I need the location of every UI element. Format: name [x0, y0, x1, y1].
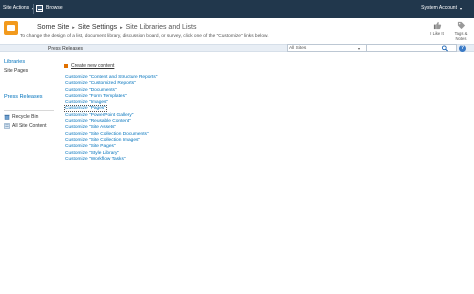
customize-link[interactable]: Customize "Site Assets" [65, 125, 116, 130]
site-content-icon [4, 123, 10, 129]
customize-link[interactable]: Customize "Pages" [64, 105, 107, 113]
quick-launch-libraries-heading[interactable]: Libraries [4, 59, 25, 65]
all-site-content-label: All Site Content [12, 123, 47, 129]
recycle-bin-label: Recycle Bin [12, 114, 39, 120]
tag-icon [457, 21, 465, 30]
customize-link[interactable]: Customize "Style Library" [65, 151, 119, 156]
like-it-button[interactable]: I Like It [427, 21, 447, 36]
divider [4, 110, 54, 111]
customize-link[interactable]: Customize "Site Collection Images" [65, 138, 140, 143]
quick-launch-site-pages[interactable]: Site Pages [4, 68, 28, 74]
like-it-label: I Like It [430, 31, 444, 36]
create-new-content-link[interactable]: Create new content [64, 63, 114, 69]
site-actions-menu[interactable]: Site Actions ▾ [3, 5, 34, 11]
customize-link[interactable]: Customize "Images" [65, 100, 108, 105]
divider [33, 4, 34, 14]
breadcrumb-site-link[interactable]: Some Site [37, 24, 69, 31]
divider [366, 45, 367, 51]
customize-link[interactable]: Customize "Form Templates" [65, 94, 127, 99]
tags-notes-button[interactable]: Tags & Notes [451, 21, 471, 41]
main-content: Create new content Customize "Content an… [60, 54, 470, 294]
customize-link[interactable]: Customize "Workflow Tasks" [65, 157, 126, 162]
search-scope-select[interactable]: All Sites [289, 46, 306, 51]
library-list: Customize "Content and Structure Reports… [64, 75, 157, 163]
customize-link[interactable]: Customize "Customized Reports" [65, 81, 136, 86]
bullet-icon [64, 64, 68, 68]
create-new-content-label: Create new content [71, 63, 115, 69]
breadcrumb-separator-icon: ▸ [72, 24, 75, 31]
all-site-content-link[interactable]: All Site Content [4, 123, 46, 129]
chevron-down-icon[interactable]: ▾ [358, 46, 360, 51]
customize-link[interactable]: Customize "Content and Structure Reports… [65, 75, 157, 80]
thumbs-up-icon [433, 21, 441, 30]
user-menu[interactable]: System Account ▾ [421, 5, 462, 11]
page-description: To change the design of a list, document… [20, 34, 269, 39]
browse-tab[interactable]: Browse [46, 5, 63, 11]
help-icon[interactable]: ? [459, 45, 466, 52]
topnav-item-press-releases[interactable]: Press Releases [48, 46, 83, 52]
recycle-bin-icon [4, 114, 10, 120]
tags-label-line2: Notes [455, 36, 467, 41]
breadcrumb-separator-icon: ▸ [120, 24, 123, 31]
customize-link[interactable]: Customize "Site Collection Documents" [65, 132, 149, 137]
customize-link[interactable]: Customize "Reusable Content" [65, 119, 131, 124]
customize-link[interactable]: Customize "Site Pages" [65, 144, 116, 149]
page-title: Site Libraries and Lists [125, 24, 197, 31]
customize-link[interactable]: Customize "PowerPoint Gallery" [65, 113, 133, 118]
breadcrumb: Some Site ▸ Site Settings ▸ Site Librari… [37, 24, 196, 31]
site-logo-icon[interactable] [4, 21, 18, 35]
recycle-bin-link[interactable]: Recycle Bin [4, 114, 38, 120]
search-icon[interactable] [441, 45, 449, 52]
list-item[interactable]: Customize "Workflow Tasks" [65, 157, 157, 163]
chevron-down-icon: ▾ [459, 5, 462, 11]
search-box[interactable]: All Sites ▾ [287, 44, 457, 52]
navigate-up-icon[interactable] [36, 5, 43, 12]
quick-launch: Libraries Site Pages Press Releases Recy… [0, 54, 58, 294]
breadcrumb-settings-link[interactable]: Site Settings [78, 24, 117, 31]
title-area: Some Site ▸ Site Settings ▸ Site Librari… [0, 18, 474, 44]
quick-launch-press-releases-heading[interactable]: Press Releases [4, 94, 43, 100]
ribbon-bar: Site Actions ▾ Browse System Account ▾ [0, 0, 474, 18]
site-actions-label: Site Actions [3, 5, 30, 11]
customize-link[interactable]: Customize "Documents" [65, 88, 117, 93]
user-name: System Account [421, 5, 457, 11]
